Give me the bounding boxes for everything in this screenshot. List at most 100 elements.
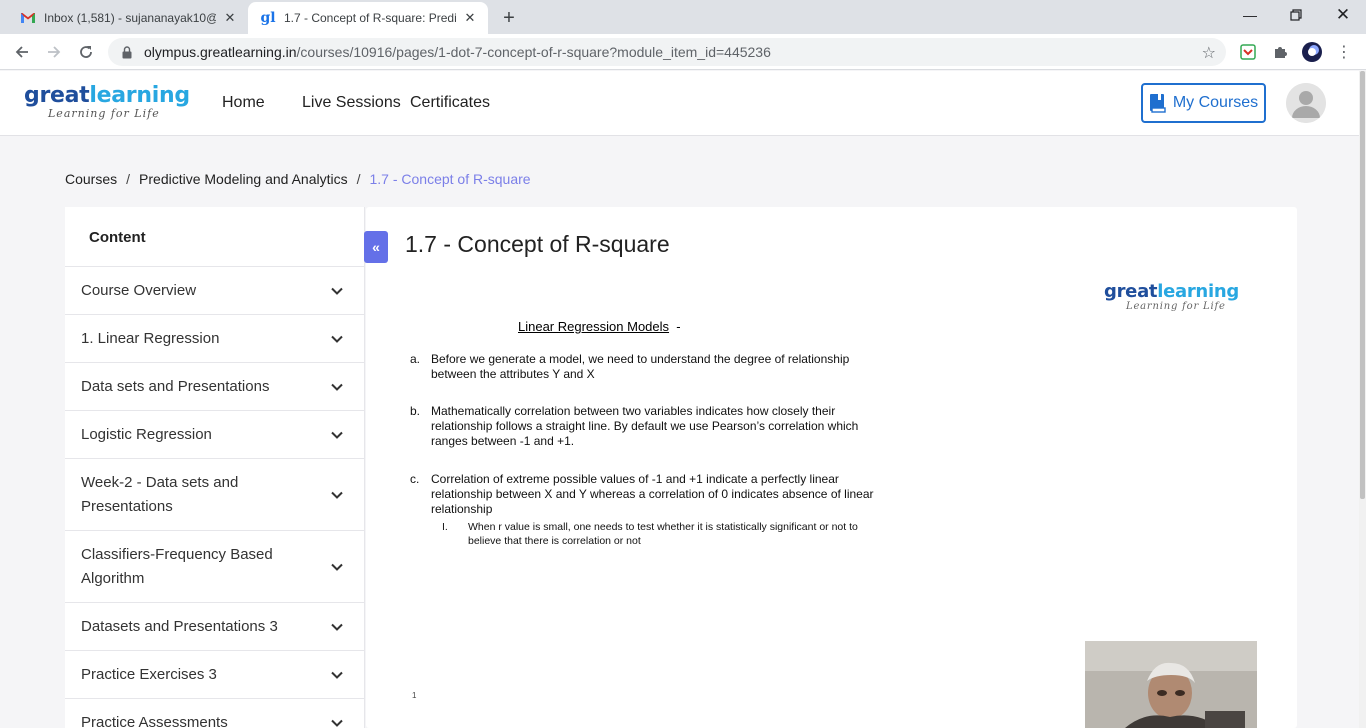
module-label: Data sets and Presentations [81, 377, 270, 395]
module-data-sets-presentations[interactable]: Data sets and Presentations [65, 363, 364, 411]
back-icon[interactable] [8, 38, 36, 66]
subitem-marker: I. [442, 521, 448, 533]
breadcrumb-course[interactable]: Predictive Modeling and Analytics [139, 171, 348, 187]
greatlearning-icon: gl [260, 10, 276, 26]
slide-subitem-i: I. When r value is small, one needs to t… [442, 520, 922, 548]
my-courses-label: My Courses [1172, 94, 1259, 111]
logo-great: great [24, 83, 90, 108]
minimize-icon[interactable]: — [1227, 0, 1273, 30]
nav-home[interactable]: Home [222, 94, 265, 112]
lock-icon[interactable] [120, 45, 134, 59]
slide-item-a: a. Before we generate a model, we need t… [410, 352, 930, 384]
module-label: Practice Assessments [81, 713, 228, 728]
url-host: olympus.greatlearning.in [144, 44, 297, 60]
user-avatar[interactable] [1286, 83, 1326, 123]
module-label: 1. Linear Regression [81, 329, 220, 347]
gmail-icon [20, 10, 36, 26]
lesson-slide: greatlearning Learning for Life Linear R… [366, 271, 1297, 728]
collapse-sidebar-button[interactable]: « [364, 231, 388, 263]
sidebar-heading: Content [65, 207, 364, 267]
chevron-down-icon [331, 719, 343, 727]
breadcrumb-current: 1.7 - Concept of R-square [369, 171, 531, 187]
menu-kebab-icon[interactable]: ⋮ [1334, 42, 1354, 62]
site-header: greatlearning Learning for Life Home Liv… [0, 71, 1366, 136]
breadcrumb: Courses / Predictive Modeling and Analyt… [65, 171, 531, 187]
slide-item-b: b. Mathematically correlation between tw… [410, 404, 930, 450]
scrollbar-thumb[interactable] [1360, 71, 1365, 499]
module-label: Datasets and Presentations 3 [81, 617, 278, 635]
module-logistic-regression[interactable]: Logistic Regression [65, 411, 364, 459]
item-line: Correlation of extreme possible values o… [431, 472, 839, 486]
browser-toolbar: olympus.greatlearning.in/courses/10916/p… [0, 34, 1366, 70]
module-label: Course Overview [81, 281, 197, 299]
instructor-video-frame [1085, 641, 1257, 728]
module-datasets-presentations-3[interactable]: Datasets and Presentations 3 [65, 603, 364, 651]
reload-icon[interactable] [72, 38, 100, 66]
chevron-down-icon [331, 623, 343, 631]
item-line: Mathematically correlation between two v… [431, 404, 836, 418]
item-line: relationship follows a straight line. By… [431, 419, 859, 433]
chevron-down-icon [331, 431, 343, 439]
breadcrumb-courses[interactable]: Courses [65, 171, 117, 187]
slide-item-c: c. Correlation of extreme possible value… [410, 472, 930, 518]
item-line: Before we generate a model, we need to u… [431, 352, 850, 366]
my-courses-button[interactable]: My Courses [1141, 83, 1266, 123]
greatlearning-logo[interactable]: greatlearning Learning for Life [24, 83, 190, 121]
page-title: 1.7 - Concept of R-square [405, 231, 670, 257]
chevron-down-icon [331, 491, 343, 499]
module-linear-regression[interactable]: 1. Linear Regression [65, 315, 364, 363]
item-line: relationship [431, 502, 493, 516]
breadcrumb-separator: / [126, 171, 131, 187]
module-week-2-data-sets[interactable]: Week-2 - Data sets and Presentations [65, 459, 364, 531]
tab-title: Inbox (1,581) - sujananayak10@g [44, 11, 216, 25]
slide-logo-tagline: Learning for Life [1126, 301, 1226, 312]
browser-tab-strip: Inbox (1,581) - sujananayak10@g ✕ gl 1.7… [0, 0, 1366, 34]
address-bar[interactable]: olympus.greatlearning.in/courses/10916/p… [108, 38, 1226, 66]
pocket-extension-icon[interactable] [1238, 42, 1258, 62]
slide-heading: Linear Regression Models - [518, 319, 681, 334]
tab-gmail[interactable]: Inbox (1,581) - sujananayak10@g ✕ [8, 2, 248, 34]
chevron-down-icon [331, 563, 343, 571]
chevron-down-icon [331, 383, 343, 391]
nav-live-sessions[interactable]: Live Sessions [302, 94, 401, 112]
bookmark-star-icon[interactable]: ☆ [1202, 43, 1216, 63]
module-label: Classifiers-Frequency Based Algorithm [81, 545, 273, 587]
item-marker: b. [410, 404, 421, 418]
instructor-video-overlay[interactable] [1085, 641, 1257, 728]
new-tab-icon[interactable]: + [497, 6, 521, 30]
close-icon[interactable]: ✕ [222, 10, 238, 26]
content-sidebar: Content Course Overview 1. Linear Regres… [65, 207, 365, 728]
chevron-down-icon [331, 671, 343, 679]
nav-certificates[interactable]: Certificates [410, 94, 490, 112]
module-label: Logistic Regression [81, 425, 212, 443]
logo-learning: learning [89, 83, 190, 108]
slide-heading-text: Linear Regression Models [518, 319, 670, 334]
logo-tagline: Learning for Life [48, 107, 160, 120]
slide-logo: greatlearning Learning for Life [1104, 281, 1239, 313]
module-course-overview[interactable]: Course Overview [65, 267, 364, 315]
item-line: relationship between X and Y whereas a c… [431, 487, 874, 501]
module-practice-assessments[interactable]: Practice Assessments [65, 699, 364, 728]
close-window-icon[interactable]: ✕ [1320, 0, 1366, 30]
breadcrumb-separator: / [356, 171, 361, 187]
slide-page-number: 1 [412, 691, 417, 700]
restore-icon[interactable] [1273, 0, 1319, 30]
page-scrollbar[interactable] [1359, 71, 1366, 728]
slide-logo-learning: learning [1157, 281, 1239, 302]
tab-r-square[interactable]: gl 1.7 - Concept of R-square: Predic ✕ [248, 2, 488, 34]
item-line: between the attributes Y and X [431, 367, 595, 381]
subitem-line: When r value is small, one needs to test… [468, 521, 858, 533]
module-practice-exercises-3[interactable]: Practice Exercises 3 [65, 651, 364, 699]
forward-icon[interactable] [40, 38, 68, 66]
chevron-down-icon [331, 335, 343, 343]
profile-avatar-icon[interactable] [1302, 42, 1322, 62]
tab-title: 1.7 - Concept of R-square: Predic [284, 11, 456, 25]
book-icon [1149, 94, 1166, 113]
extensions-puzzle-icon[interactable] [1270, 42, 1290, 62]
item-marker: a. [410, 352, 421, 366]
module-label: Practice Exercises 3 [81, 665, 217, 683]
chevron-down-icon [331, 287, 343, 295]
module-classifiers[interactable]: Classifiers-Frequency Based Algorithm [65, 531, 364, 603]
item-line: ranges between -1 and +1. [431, 434, 575, 448]
close-icon[interactable]: ✕ [462, 10, 478, 26]
